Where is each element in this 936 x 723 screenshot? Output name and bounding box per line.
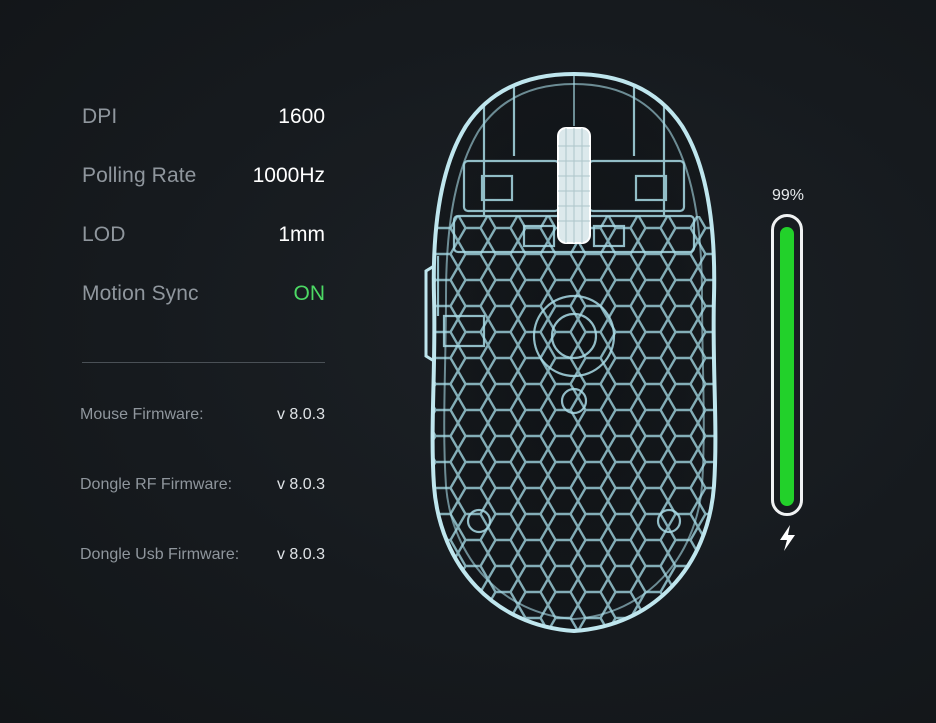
device-stats: DPI 1600 Polling Rate 1000Hz LOD 1mm Mot… — [82, 96, 325, 332]
stat-value: 1000Hz — [252, 164, 325, 187]
stat-row-polling-rate: Polling Rate 1000Hz — [82, 155, 325, 214]
stat-row-dpi: DPI 1600 — [82, 96, 325, 155]
stat-row-motion-sync: Motion Sync ON — [82, 273, 325, 332]
firmware-label: Dongle Usb Firmware: — [80, 546, 240, 563]
battery-percent: 99% — [771, 187, 805, 204]
firmware-row-dongle-rf: Dongle RF Firmware: v 8.0.3 — [80, 466, 325, 536]
stat-label: Polling Rate — [82, 164, 197, 187]
firmware-row-dongle-usb: Dongle Usb Firmware: v 8.0.3 — [80, 536, 325, 606]
firmware-row-mouse: Mouse Firmware: v 8.0.3 — [80, 396, 325, 466]
stat-label: LOD — [82, 223, 126, 246]
firmware-label: Mouse Firmware: — [80, 406, 204, 423]
section-divider — [82, 362, 325, 363]
stat-value: 1mm — [278, 223, 325, 246]
firmware-version: v 8.0.3 — [276, 546, 325, 563]
stat-label: DPI — [82, 105, 118, 128]
battery-indicator — [771, 214, 803, 516]
device-panel: DPI 1600 Polling Rate 1000Hz LOD 1mm Mot… — [0, 0, 936, 723]
firmware-version: v 8.0.3 — [276, 406, 325, 423]
firmware-list: Mouse Firmware: v 8.0.3 Dongle RF Firmwa… — [80, 396, 325, 606]
stat-label: Motion Sync — [82, 282, 199, 305]
firmware-label: Dongle RF Firmware: — [80, 476, 233, 493]
lightning-bolt-icon — [776, 524, 800, 552]
stat-row-lod: LOD 1mm — [82, 214, 325, 273]
battery-level-fill — [780, 226, 794, 506]
firmware-version: v 8.0.3 — [276, 476, 325, 493]
motion-sync-status: ON — [293, 282, 326, 305]
stat-value: 1600 — [278, 105, 325, 128]
mouse-xray-image — [424, 66, 724, 636]
